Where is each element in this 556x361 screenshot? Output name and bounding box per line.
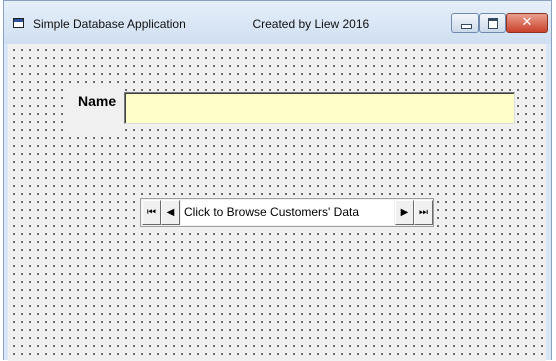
app-title: Simple Database Application — [33, 17, 186, 31]
creator-text: Created by Liew 2016 — [252, 17, 370, 31]
minimize-button[interactable] — [451, 13, 479, 33]
move-next-button[interactable]: ▶ — [395, 200, 414, 225]
close-button[interactable]: ✕ — [506, 13, 548, 33]
app-window: Simple Database Application Created by L… — [3, 0, 552, 361]
name-field[interactable] — [124, 92, 515, 124]
form-window-icon[interactable] — [13, 18, 24, 28]
move-previous-button[interactable]: ◀ — [161, 200, 180, 225]
window-title: Simple Database Application Created by L… — [33, 17, 369, 31]
move-last-button[interactable]: ⏭ — [414, 200, 433, 225]
title-bar[interactable]: Simple Database Application Created by L… — [4, 1, 551, 44]
name-label: Name — [69, 83, 124, 132]
move-previous-icon: ◀ — [166, 207, 175, 218]
form-client-area: Name ⏮ ◀ Click to Browse Customers' Data… — [8, 44, 546, 361]
maximize-button[interactable] — [479, 13, 506, 33]
move-first-button[interactable]: ⏮ — [142, 200, 161, 225]
close-icon: ✕ — [521, 15, 533, 30]
data-control: ⏮ ◀ Click to Browse Customers' Data ▶ ⏭ — [140, 198, 434, 227]
move-last-icon: ⏭ — [419, 207, 428, 218]
move-next-icon: ▶ — [400, 207, 409, 218]
data-control-caption: Click to Browse Customers' Data — [181, 200, 394, 225]
move-first-icon: ⏮ — [147, 207, 156, 218]
